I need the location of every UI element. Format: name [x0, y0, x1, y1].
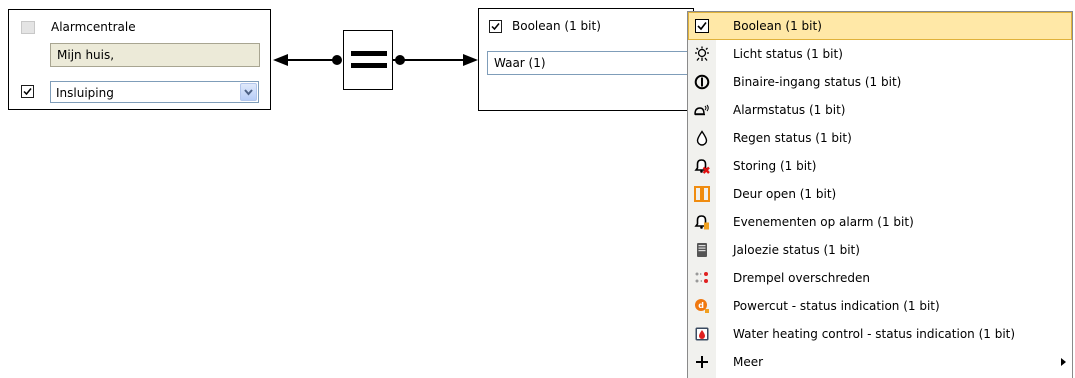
menu-item-label: Jaloezie status (1 bit) [733, 243, 860, 257]
menu-item-label: Drempel overschreden [733, 271, 871, 285]
menu-item-water-heating[interactable]: Water heating control - status indicatio… [688, 320, 1072, 348]
svg-text:d: d [698, 301, 704, 310]
menu-item-licht-status[interactable]: Licht status (1 bit) [688, 40, 1072, 68]
type-dropdown-menu: Boolean (1 bit) Licht status (1 bit) Bin… [687, 11, 1073, 378]
plus-icon [696, 356, 708, 368]
powercut-icon: d [695, 299, 709, 313]
checkbox-icon [695, 19, 709, 33]
menu-item-label: Alarmstatus (1 bit) [733, 103, 846, 117]
right-block-header: Boolean (1 bit) [489, 19, 601, 33]
alarm-icon [694, 104, 709, 116]
menu-item-alarmstatus[interactable]: Alarmstatus (1 bit) [688, 96, 1072, 124]
rain-drop-icon [696, 130, 708, 146]
right-block-value-field[interactable]: Waar (1) [487, 51, 697, 75]
blinds-icon [697, 243, 707, 257]
right-block-title: Boolean (1 bit) [512, 19, 601, 33]
water-heater-icon [695, 327, 709, 341]
bell-error-icon [694, 159, 710, 174]
menu-item-binaire-ingang[interactable]: Binaire-ingang status (1 bit) [688, 68, 1072, 96]
menu-item-regen-status[interactable]: Regen status (1 bit) [688, 124, 1072, 152]
left-block-checkbox[interactable] [21, 85, 34, 98]
menu-item-label: Storing (1 bit) [733, 159, 817, 173]
menu-item-label: Boolean (1 bit) [733, 19, 822, 33]
menu-item-drempel-overschreden[interactable]: Drempel overschreden [688, 264, 1072, 292]
equals-operator-block[interactable] [343, 30, 393, 90]
menu-item-label: Meer [733, 355, 764, 369]
menu-item-label: Evenementen op alarm (1 bit) [733, 215, 914, 229]
threshold-icon [695, 272, 708, 283]
left-block-header: Alarmcentrale [21, 20, 136, 34]
power-icon [694, 74, 710, 90]
left-block-value-field[interactable]: Mijn huis, [50, 43, 260, 67]
menu-item-label: Binaire-ingang status (1 bit) [733, 75, 902, 89]
menu-item-meer[interactable]: Meer [688, 348, 1072, 376]
right-block-checkbox[interactable] [489, 19, 502, 33]
boolean-block[interactable]: Boolean (1 bit) Waar (1) [478, 8, 697, 111]
light-icon [695, 46, 709, 61]
right-arrow-icon [463, 54, 478, 66]
menu-item-storing[interactable]: Storing (1 bit) [688, 152, 1072, 180]
left-block-combobox[interactable]: Insluiping [50, 81, 259, 103]
chevron-down-icon[interactable] [240, 83, 257, 101]
menu-item-evenementen-op-alarm[interactable]: Evenementen op alarm (1 bit) [688, 208, 1072, 236]
object-icon [21, 20, 35, 34]
left-block-title: Alarmcentrale [51, 20, 136, 34]
menu-item-deur-open[interactable]: Deur open (1 bit) [688, 180, 1072, 208]
alarm-central-block[interactable]: Alarmcentrale Mijn huis, Insluiping [8, 9, 271, 110]
submenu-arrow-icon [1061, 358, 1066, 366]
door-icon [694, 186, 710, 202]
menu-item-label: Powercut - status indication (1 bit) [733, 299, 940, 313]
left-node-dot [332, 55, 342, 65]
menu-item-label: Regen status (1 bit) [733, 131, 852, 145]
menu-item-boolean[interactable]: Boolean (1 bit) [688, 12, 1072, 40]
menu-item-label: Deur open (1 bit) [733, 187, 837, 201]
combobox-value: Insluiping [56, 86, 114, 100]
left-block-checkbox-row [21, 85, 34, 98]
menu-item-label: Water heating control - status indicatio… [733, 327, 1016, 341]
right-node-dot [395, 55, 405, 65]
menu-item-jaloezie-status[interactable]: Jaloezie status (1 bit) [688, 236, 1072, 264]
menu-item-label: Licht status (1 bit) [733, 47, 843, 61]
bell-warning-icon [694, 215, 709, 230]
menu-item-powercut[interactable]: d Powercut - status indication (1 bit) [688, 292, 1072, 320]
